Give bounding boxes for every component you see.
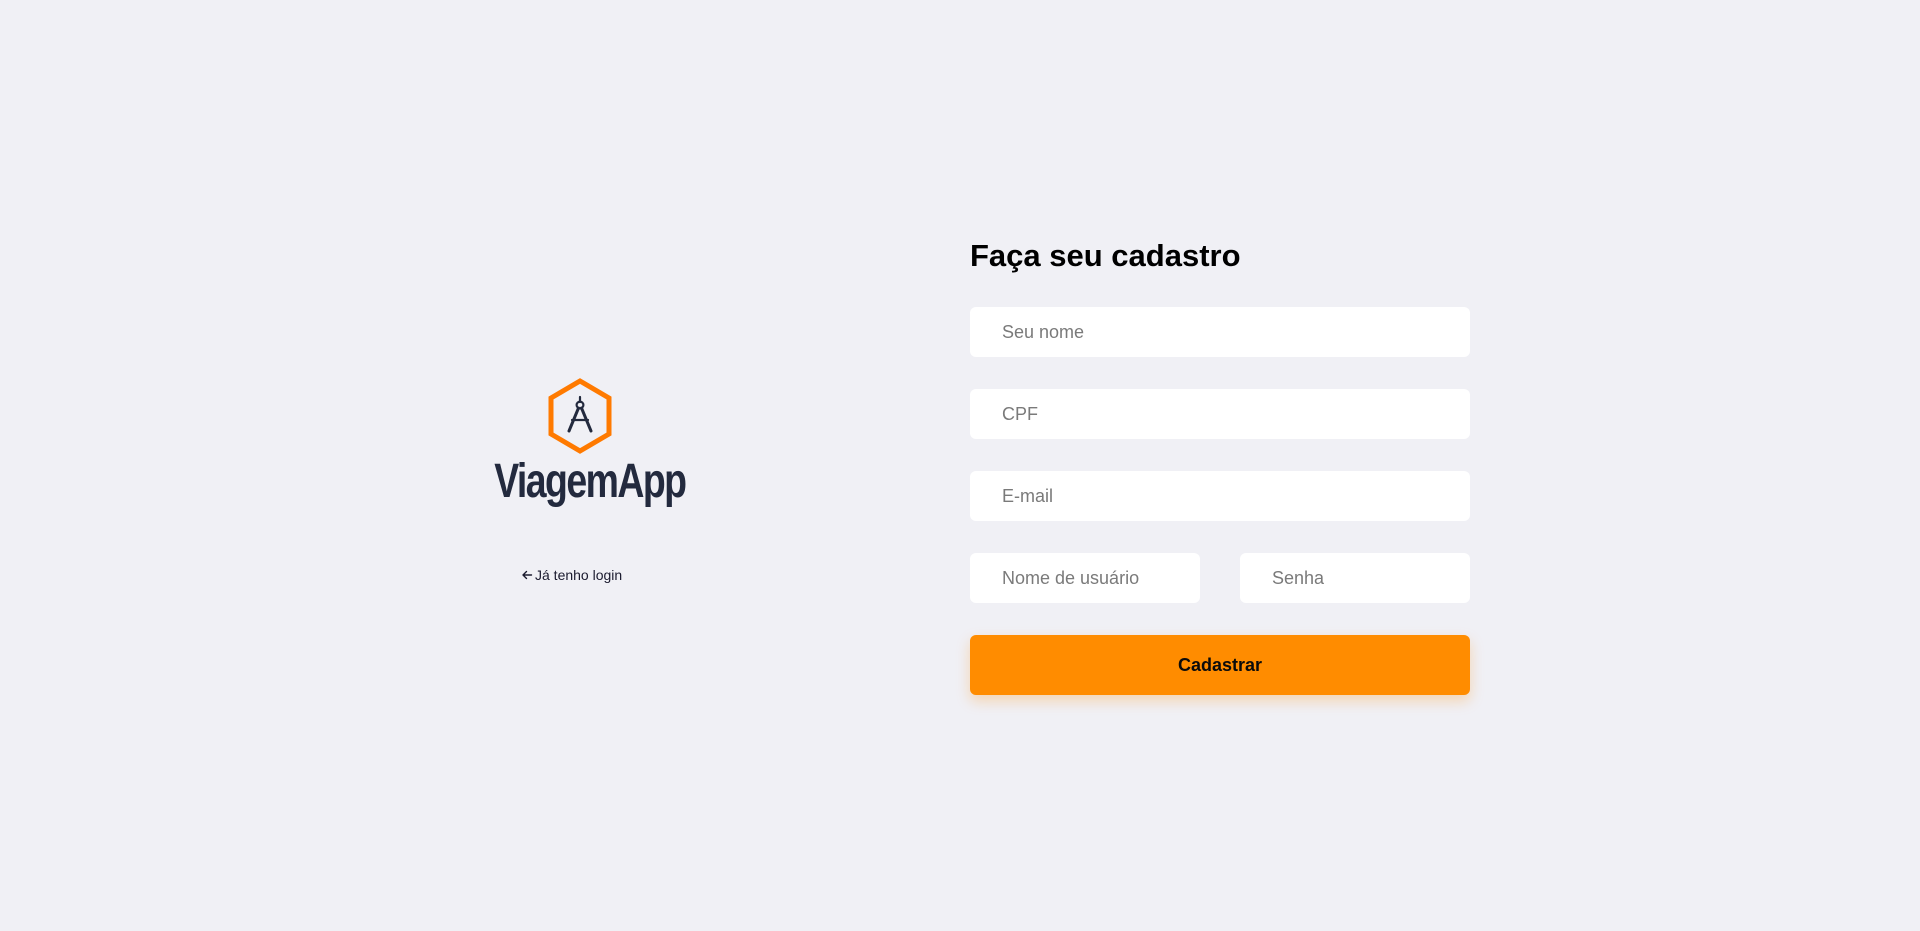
signup-form: Faça seu cadastro Cadastrar: [970, 232, 1470, 695]
form-title: Faça seu cadastro: [970, 238, 1241, 273]
name-input[interactable]: [970, 307, 1470, 357]
signup-button[interactable]: Cadastrar: [970, 635, 1470, 695]
compass-hexagon-icon: [548, 378, 612, 454]
back-to-login-link[interactable]: Já tenho login: [521, 567, 622, 583]
brand-logo: ViagemApp: [470, 378, 690, 506]
credentials-row: [970, 553, 1470, 603]
cpf-input[interactable]: [970, 389, 1470, 439]
back-link-label: Já tenho login: [535, 567, 623, 583]
brand-name: ViagemApp: [494, 455, 687, 508]
password-input[interactable]: [1240, 553, 1470, 603]
arrow-left-icon: [522, 570, 533, 580]
email-input[interactable]: [970, 471, 1470, 521]
username-input[interactable]: [970, 553, 1200, 603]
